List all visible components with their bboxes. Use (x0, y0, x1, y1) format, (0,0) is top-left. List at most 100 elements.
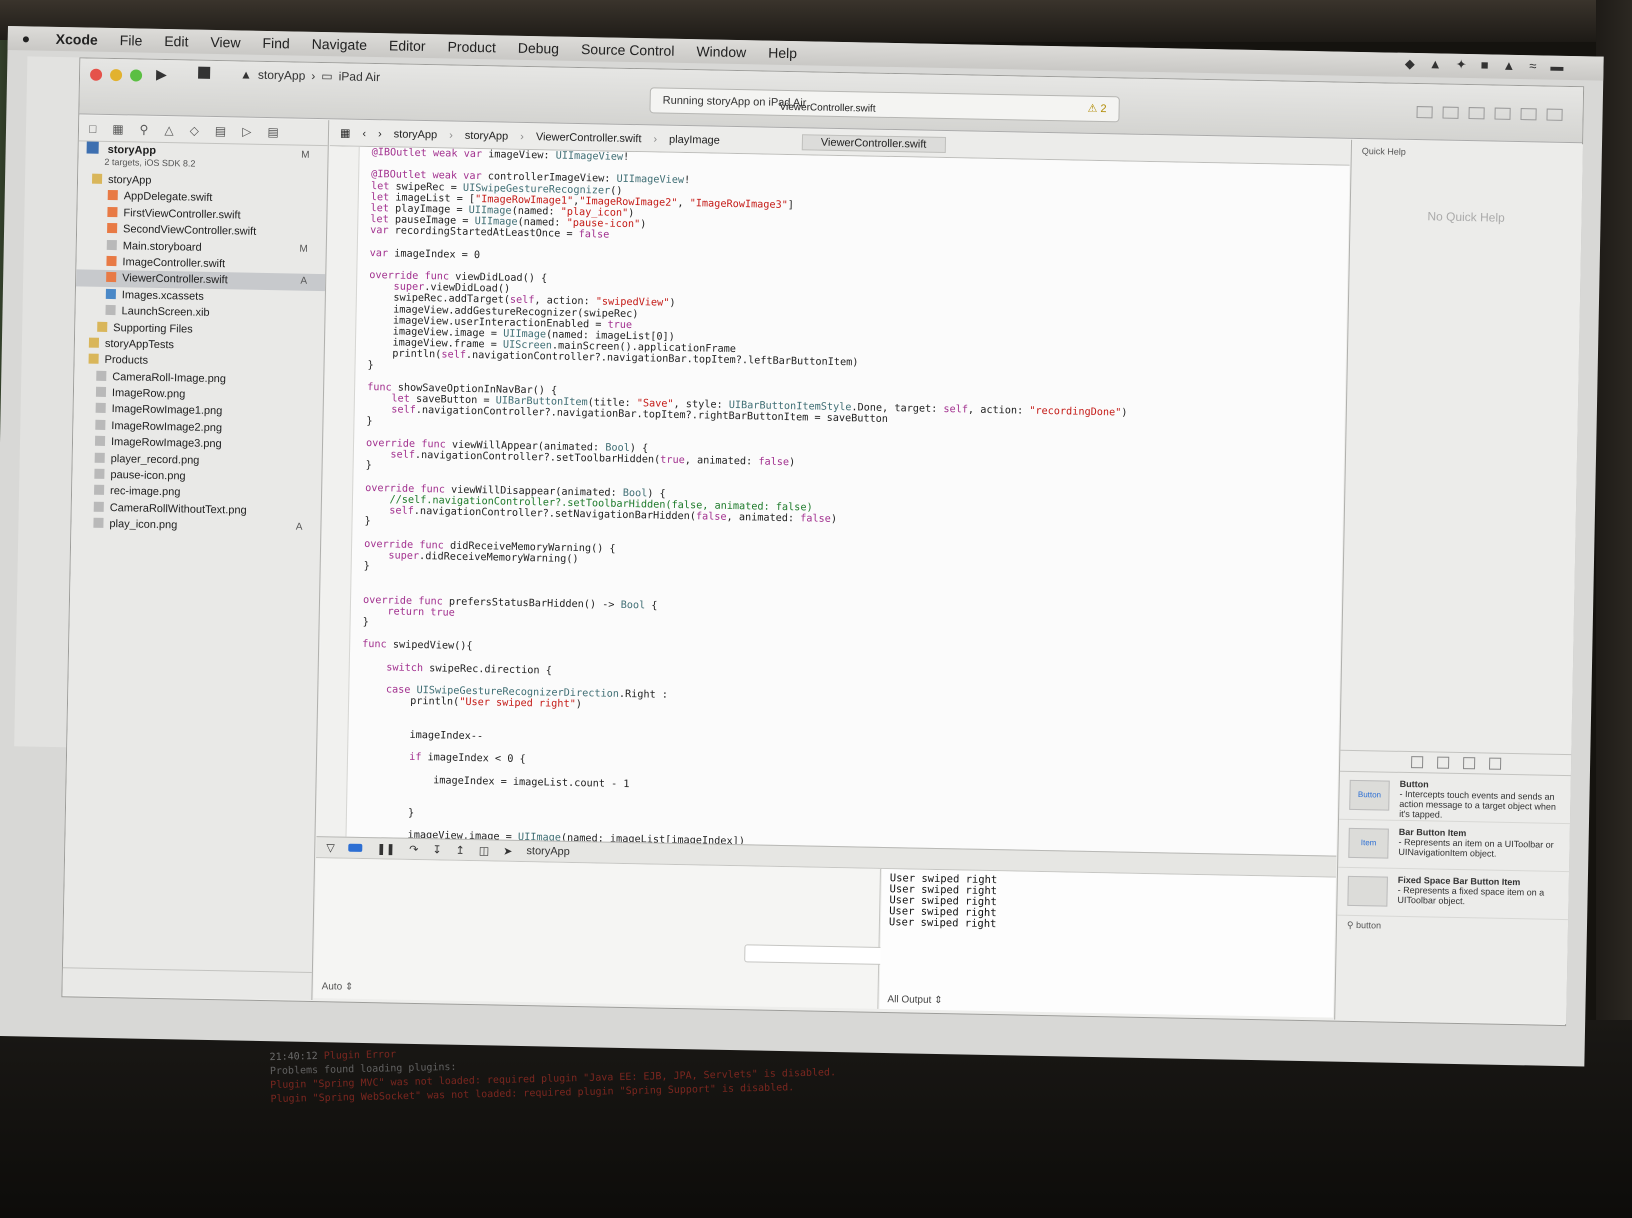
file-template-icon[interactable] (1410, 756, 1423, 769)
forward-icon[interactable]: › (378, 128, 382, 140)
status-icon[interactable]: ◆ (1405, 56, 1415, 72)
jump-crumb-project[interactable]: storyApp (394, 128, 438, 141)
back-icon[interactable]: ‹ (362, 127, 366, 139)
symbol-icon[interactable]: ▦ (112, 122, 124, 136)
menu-file[interactable]: File (120, 32, 143, 48)
library-item[interactable]: Fixed Space Bar Button Item - Represents … (1337, 867, 1570, 921)
folder-icon (97, 321, 108, 332)
menu-view[interactable]: View (210, 34, 240, 51)
menu-xcode[interactable]: Xcode (56, 31, 98, 48)
library-item-thumbnail: Button (1349, 779, 1390, 811)
source-editor[interactable]: @IBOutlet weak var imageView: UIImageVie… (316, 146, 1350, 856)
test-icon[interactable]: ◇ (190, 124, 200, 138)
navigator-item-label: play_icon.png (109, 518, 178, 532)
utilities-panel: Quick Help No Quick Help Button Button - I… (1334, 139, 1584, 1025)
location-icon[interactable]: ➤ (503, 844, 512, 857)
project-navigator: □ ▦ ⚲ △ ◇ ▤ ▷ ▤ storyApp 2 targets, iOS … (62, 115, 330, 1001)
variables-view: Auto ⇕ (313, 858, 885, 1009)
apple-icon[interactable]: ● (22, 30, 38, 46)
jump-crumb-group[interactable]: storyApp (465, 129, 509, 142)
pause-icon[interactable]: ❚❚ (377, 842, 396, 855)
chevron-right-icon: › (311, 68, 316, 83)
project-root[interactable]: storyApp 2 targets, iOS SDK 8.2 M (78, 141, 328, 176)
jump-crumb-symbol[interactable]: playImage (669, 133, 720, 146)
toggle-navigator-icon[interactable] (1494, 107, 1511, 120)
editor-tab[interactable]: ViewerController.swift (801, 133, 946, 153)
related-items-icon[interactable]: ▦ (340, 126, 351, 139)
library-filter[interactable]: ⚲ button (1337, 916, 1568, 942)
assistant-editor-icon[interactable] (1442, 106, 1459, 119)
step-into-icon[interactable]: ↧ (432, 843, 441, 856)
code-snippet-icon[interactable] (1436, 756, 1449, 769)
variables-filter-field[interactable] (744, 944, 885, 965)
view-debug-icon[interactable]: ◫ (479, 844, 490, 857)
menu-edit[interactable]: Edit (164, 33, 188, 49)
menu-editor[interactable]: Editor (389, 37, 426, 54)
navigator-item-label: rec-image.png (109, 485, 181, 499)
file-tree: storyApp 2 targets, iOS SDK 8.2 M storyA… (71, 141, 327, 536)
breakpoint-icon[interactable]: ▷ (242, 125, 252, 139)
variables-scope-selector[interactable]: Auto ⇕ (322, 981, 354, 993)
standard-editor-icon[interactable] (1416, 106, 1433, 119)
file-icon (94, 468, 105, 479)
window-title: ViewerController.swift (779, 101, 876, 115)
menu-extras: ◆ ▲ ✦ ■ ▲ ≈ ▬ (1405, 56, 1564, 75)
menu-product[interactable]: Product (447, 38, 496, 55)
zoom-button[interactable] (129, 69, 143, 82)
swift-icon (106, 255, 117, 267)
menu-help[interactable]: Help (768, 45, 797, 62)
breakpoints-toggle[interactable] (348, 843, 363, 852)
warning-badge[interactable]: ⚠ 2 (1087, 97, 1107, 121)
navigator-item-label: storyAppTests (104, 337, 175, 352)
wifi-icon[interactable]: ≈ (1529, 58, 1536, 74)
scheme-selector[interactable]: ▲ storyApp › ▭ iPad Air (240, 67, 380, 84)
status-icon[interactable]: ▲ (1502, 58, 1515, 74)
code-text[interactable]: @IBOutlet weak var imageView: UIImageVie… (358, 147, 1132, 856)
step-over-icon[interactable]: ↷ (409, 842, 418, 855)
swift-icon (107, 223, 118, 234)
menu-window[interactable]: Window (696, 43, 746, 60)
search-icon[interactable]: ⚲ (139, 123, 148, 137)
hide-debug-icon[interactable]: ▽ (326, 841, 335, 854)
menu-navigate[interactable]: Navigate (312, 36, 368, 53)
step-out-icon[interactable]: ↥ (455, 843, 464, 856)
media-library-icon[interactable] (1488, 757, 1501, 770)
navigator-item-label: AppDelegate.swift (123, 190, 213, 205)
log-time: 21:40:12 (269, 1050, 318, 1064)
folder-icon[interactable]: □ (89, 122, 97, 136)
close-button[interactable] (89, 68, 103, 81)
console-output-selector[interactable]: All Output ⇕ (887, 994, 942, 1006)
navigator-item-label: Images.xcassets (121, 288, 204, 303)
battery-icon[interactable]: ▬ (1550, 59, 1563, 75)
file-icon (94, 435, 106, 447)
navigator-filter-bar[interactable] (62, 967, 312, 1001)
navigator-item-label: Supporting Files (113, 321, 193, 336)
twitter-icon[interactable]: ✦ (1456, 57, 1467, 73)
object-library-icon[interactable] (1462, 757, 1475, 770)
quick-help-empty: No Quick Help (1427, 209, 1505, 225)
menu-source-control[interactable]: Source Control (581, 41, 675, 59)
jump-crumb-file[interactable]: ViewerController.swift (536, 131, 642, 145)
navigator-item-label: ImageRow.png (111, 387, 186, 401)
navigator-item[interactable]: play_icon.png A (71, 516, 320, 537)
navigator-item-label: player_record.png (110, 452, 200, 467)
version-editor-icon[interactable] (1468, 107, 1485, 120)
minimize-button[interactable] (109, 68, 123, 82)
menu-debug[interactable]: Debug (518, 40, 560, 57)
project-icon (86, 141, 99, 154)
warning-icon[interactable]: △ (164, 123, 174, 137)
library-item-description: - Represents a fixed space item on a UIT… (1397, 884, 1545, 907)
library-item[interactable]: Button Button - Intercepts touch events an… (1339, 771, 1571, 825)
toggle-debug-icon[interactable] (1520, 108, 1537, 121)
menu-find[interactable]: Find (262, 35, 290, 52)
stop-button[interactable] (198, 66, 211, 79)
report-icon[interactable]: ▤ (267, 125, 279, 139)
status-icon[interactable]: ▲ (1429, 56, 1442, 72)
library-item[interactable]: Item Bar Button Item - Represents an item … (1338, 819, 1570, 873)
window-controls (89, 68, 143, 82)
debug-icon[interactable]: ▤ (215, 124, 227, 138)
status-icon[interactable]: ■ (1480, 57, 1489, 73)
navigator-item-label: LaunchScreen.xib (121, 305, 210, 320)
toggle-utilities-icon[interactable] (1546, 108, 1563, 121)
run-button[interactable]: ▶ (156, 66, 167, 83)
